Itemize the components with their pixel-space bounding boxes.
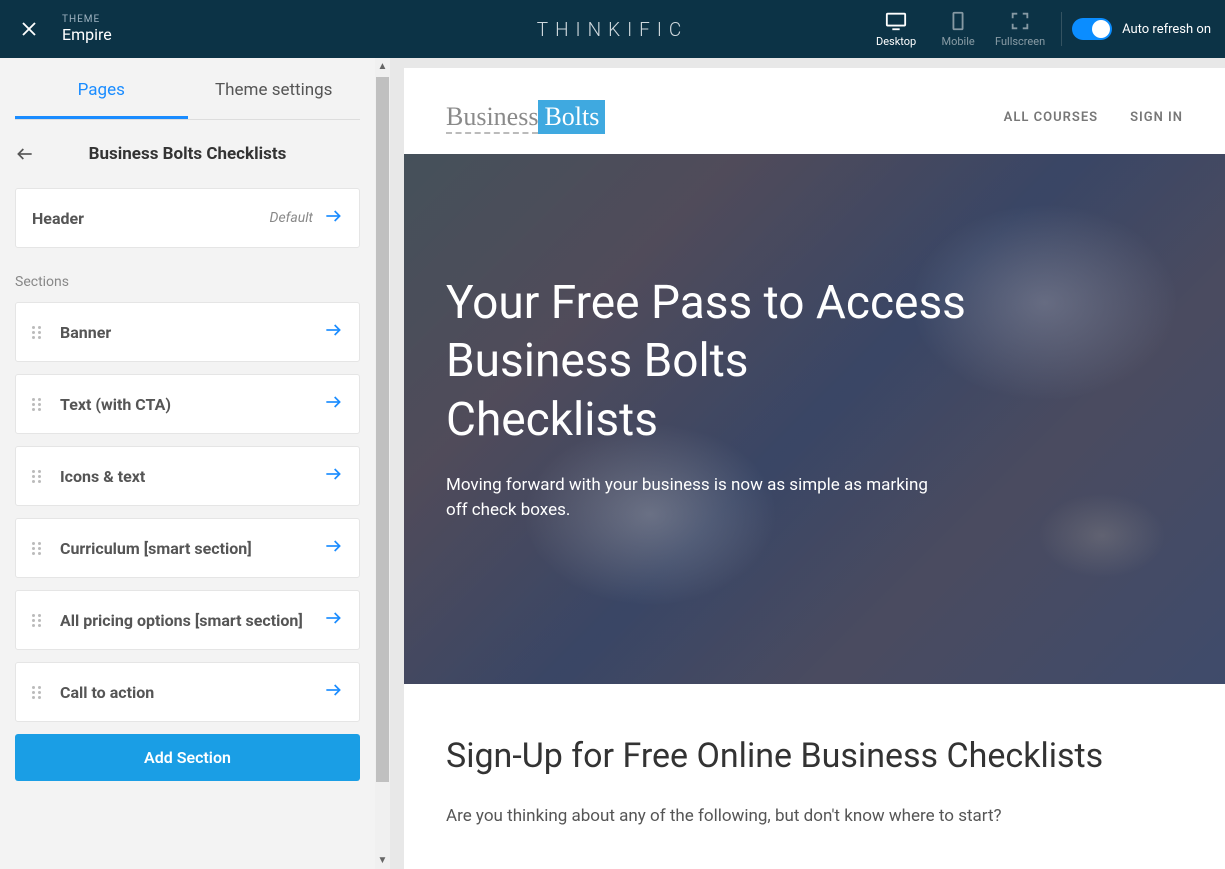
fullscreen-icon bbox=[1009, 10, 1031, 32]
arrow-right-icon bbox=[323, 680, 343, 704]
nav-sign-in[interactable]: SIGN IN bbox=[1130, 110, 1183, 125]
page-header: Business Bolts Checklists bbox=[15, 120, 360, 188]
section-label: Call to action bbox=[60, 683, 323, 702]
scroll-up-icon[interactable]: ▲ bbox=[375, 58, 391, 75]
theme-label: THEME bbox=[62, 14, 112, 25]
brand-logo: THINKIFIC bbox=[537, 18, 689, 41]
arrow-right-icon bbox=[323, 392, 343, 416]
device-mobile-label: Mobile bbox=[941, 35, 974, 48]
drag-handle-icon[interactable] bbox=[32, 686, 46, 699]
banner-section: Your Free Pass to Access Business Bolts … bbox=[404, 154, 1225, 684]
add-section-button[interactable]: Add Section bbox=[15, 734, 360, 781]
sidebar-tabs: Pages Theme settings bbox=[15, 58, 360, 120]
mobile-icon bbox=[947, 10, 969, 32]
header-card[interactable]: Header Default bbox=[15, 188, 360, 248]
arrow-right-icon bbox=[323, 464, 343, 488]
signup-heading: Sign-Up for Free Online Business Checkli… bbox=[446, 736, 1183, 776]
banner-subtext: Moving forward with your business is now… bbox=[446, 473, 946, 522]
arrow-right-icon bbox=[323, 206, 343, 230]
auto-refresh-toggle[interactable] bbox=[1072, 18, 1112, 40]
close-icon bbox=[20, 20, 38, 38]
main: Pages Theme settings Business Bolts Chec… bbox=[0, 58, 1225, 869]
toggle-knob bbox=[1092, 20, 1110, 38]
header-card-label: Header bbox=[32, 209, 270, 228]
section-item-pricing[interactable]: All pricing options [smart section] bbox=[15, 590, 360, 650]
device-mobile[interactable]: Mobile bbox=[927, 0, 989, 58]
desktop-icon bbox=[885, 10, 907, 32]
preview-content: BusinessBolts ALL COURSES SIGN IN Your F… bbox=[404, 68, 1225, 869]
signup-section: Sign-Up for Free Online Business Checkli… bbox=[404, 684, 1225, 856]
theme-info: THEME Empire bbox=[58, 14, 112, 44]
logo-part2: Bolts bbox=[538, 100, 605, 134]
section-item-icons-text[interactable]: Icons & text bbox=[15, 446, 360, 506]
device-desktop-label: Desktop bbox=[876, 35, 916, 48]
sections-label: Sections bbox=[15, 260, 360, 302]
arrow-left-icon bbox=[15, 144, 35, 164]
scroll-down-icon[interactable]: ▼ bbox=[375, 852, 391, 869]
auto-refresh-label: Auto refresh on bbox=[1122, 22, 1211, 37]
drag-handle-icon[interactable] bbox=[32, 470, 46, 483]
drag-handle-icon[interactable] bbox=[32, 326, 46, 339]
sidebar: Pages Theme settings Business Bolts Chec… bbox=[0, 58, 390, 869]
close-button[interactable] bbox=[0, 20, 58, 38]
preview-pane: BusinessBolts ALL COURSES SIGN IN Your F… bbox=[390, 58, 1225, 869]
topbar-right: Desktop Mobile Fullscreen Auto refresh o… bbox=[865, 0, 1225, 58]
section-label: Curriculum [smart section] bbox=[60, 539, 323, 558]
top-bar: THEME Empire THINKIFIC Desktop Mobile Fu… bbox=[0, 0, 1225, 58]
site-header: BusinessBolts ALL COURSES SIGN IN bbox=[404, 68, 1225, 154]
banner-heading: Your Free Pass to Access Business Bolts … bbox=[446, 274, 966, 449]
header-card-badge: Default bbox=[270, 210, 313, 226]
site-logo[interactable]: BusinessBolts bbox=[446, 100, 605, 134]
tab-pages[interactable]: Pages bbox=[15, 58, 188, 119]
topbar-divider bbox=[1061, 12, 1062, 46]
drag-handle-icon[interactable] bbox=[32, 398, 46, 411]
section-item-cta[interactable]: Call to action bbox=[15, 662, 360, 722]
logo-part1: Business bbox=[446, 102, 538, 134]
section-label: Text (with CTA) bbox=[60, 395, 323, 414]
device-fullscreen-label: Fullscreen bbox=[995, 35, 1045, 48]
arrow-right-icon bbox=[323, 320, 343, 344]
arrow-right-icon bbox=[323, 608, 343, 632]
site-nav: ALL COURSES SIGN IN bbox=[1004, 110, 1183, 125]
back-button[interactable] bbox=[15, 144, 45, 164]
section-item-text-cta[interactable]: Text (with CTA) bbox=[15, 374, 360, 434]
sidebar-scroll[interactable]: Pages Theme settings Business Bolts Chec… bbox=[0, 58, 390, 869]
device-desktop[interactable]: Desktop bbox=[865, 0, 927, 58]
section-item-banner[interactable]: Banner bbox=[15, 302, 360, 362]
theme-name: Empire bbox=[62, 25, 112, 44]
signup-body: Are you thinking about any of the follow… bbox=[446, 806, 1183, 826]
section-label: Banner bbox=[60, 323, 323, 342]
arrow-right-icon bbox=[323, 536, 343, 560]
page-title: Business Bolts Checklists bbox=[45, 144, 360, 164]
scrollbar-thumb[interactable] bbox=[376, 77, 389, 782]
scrollbar[interactable]: ▲ ▼ bbox=[375, 58, 390, 869]
drag-handle-icon[interactable] bbox=[32, 542, 46, 555]
auto-refresh-wrap: Auto refresh on bbox=[1072, 18, 1225, 40]
section-label: Icons & text bbox=[60, 467, 323, 486]
nav-all-courses[interactable]: ALL COURSES bbox=[1004, 110, 1098, 125]
section-item-curriculum[interactable]: Curriculum [smart section] bbox=[15, 518, 360, 578]
drag-handle-icon[interactable] bbox=[32, 614, 46, 627]
device-fullscreen[interactable]: Fullscreen bbox=[989, 0, 1051, 58]
tab-theme-settings[interactable]: Theme settings bbox=[188, 58, 361, 119]
section-label: All pricing options [smart section] bbox=[60, 611, 323, 630]
